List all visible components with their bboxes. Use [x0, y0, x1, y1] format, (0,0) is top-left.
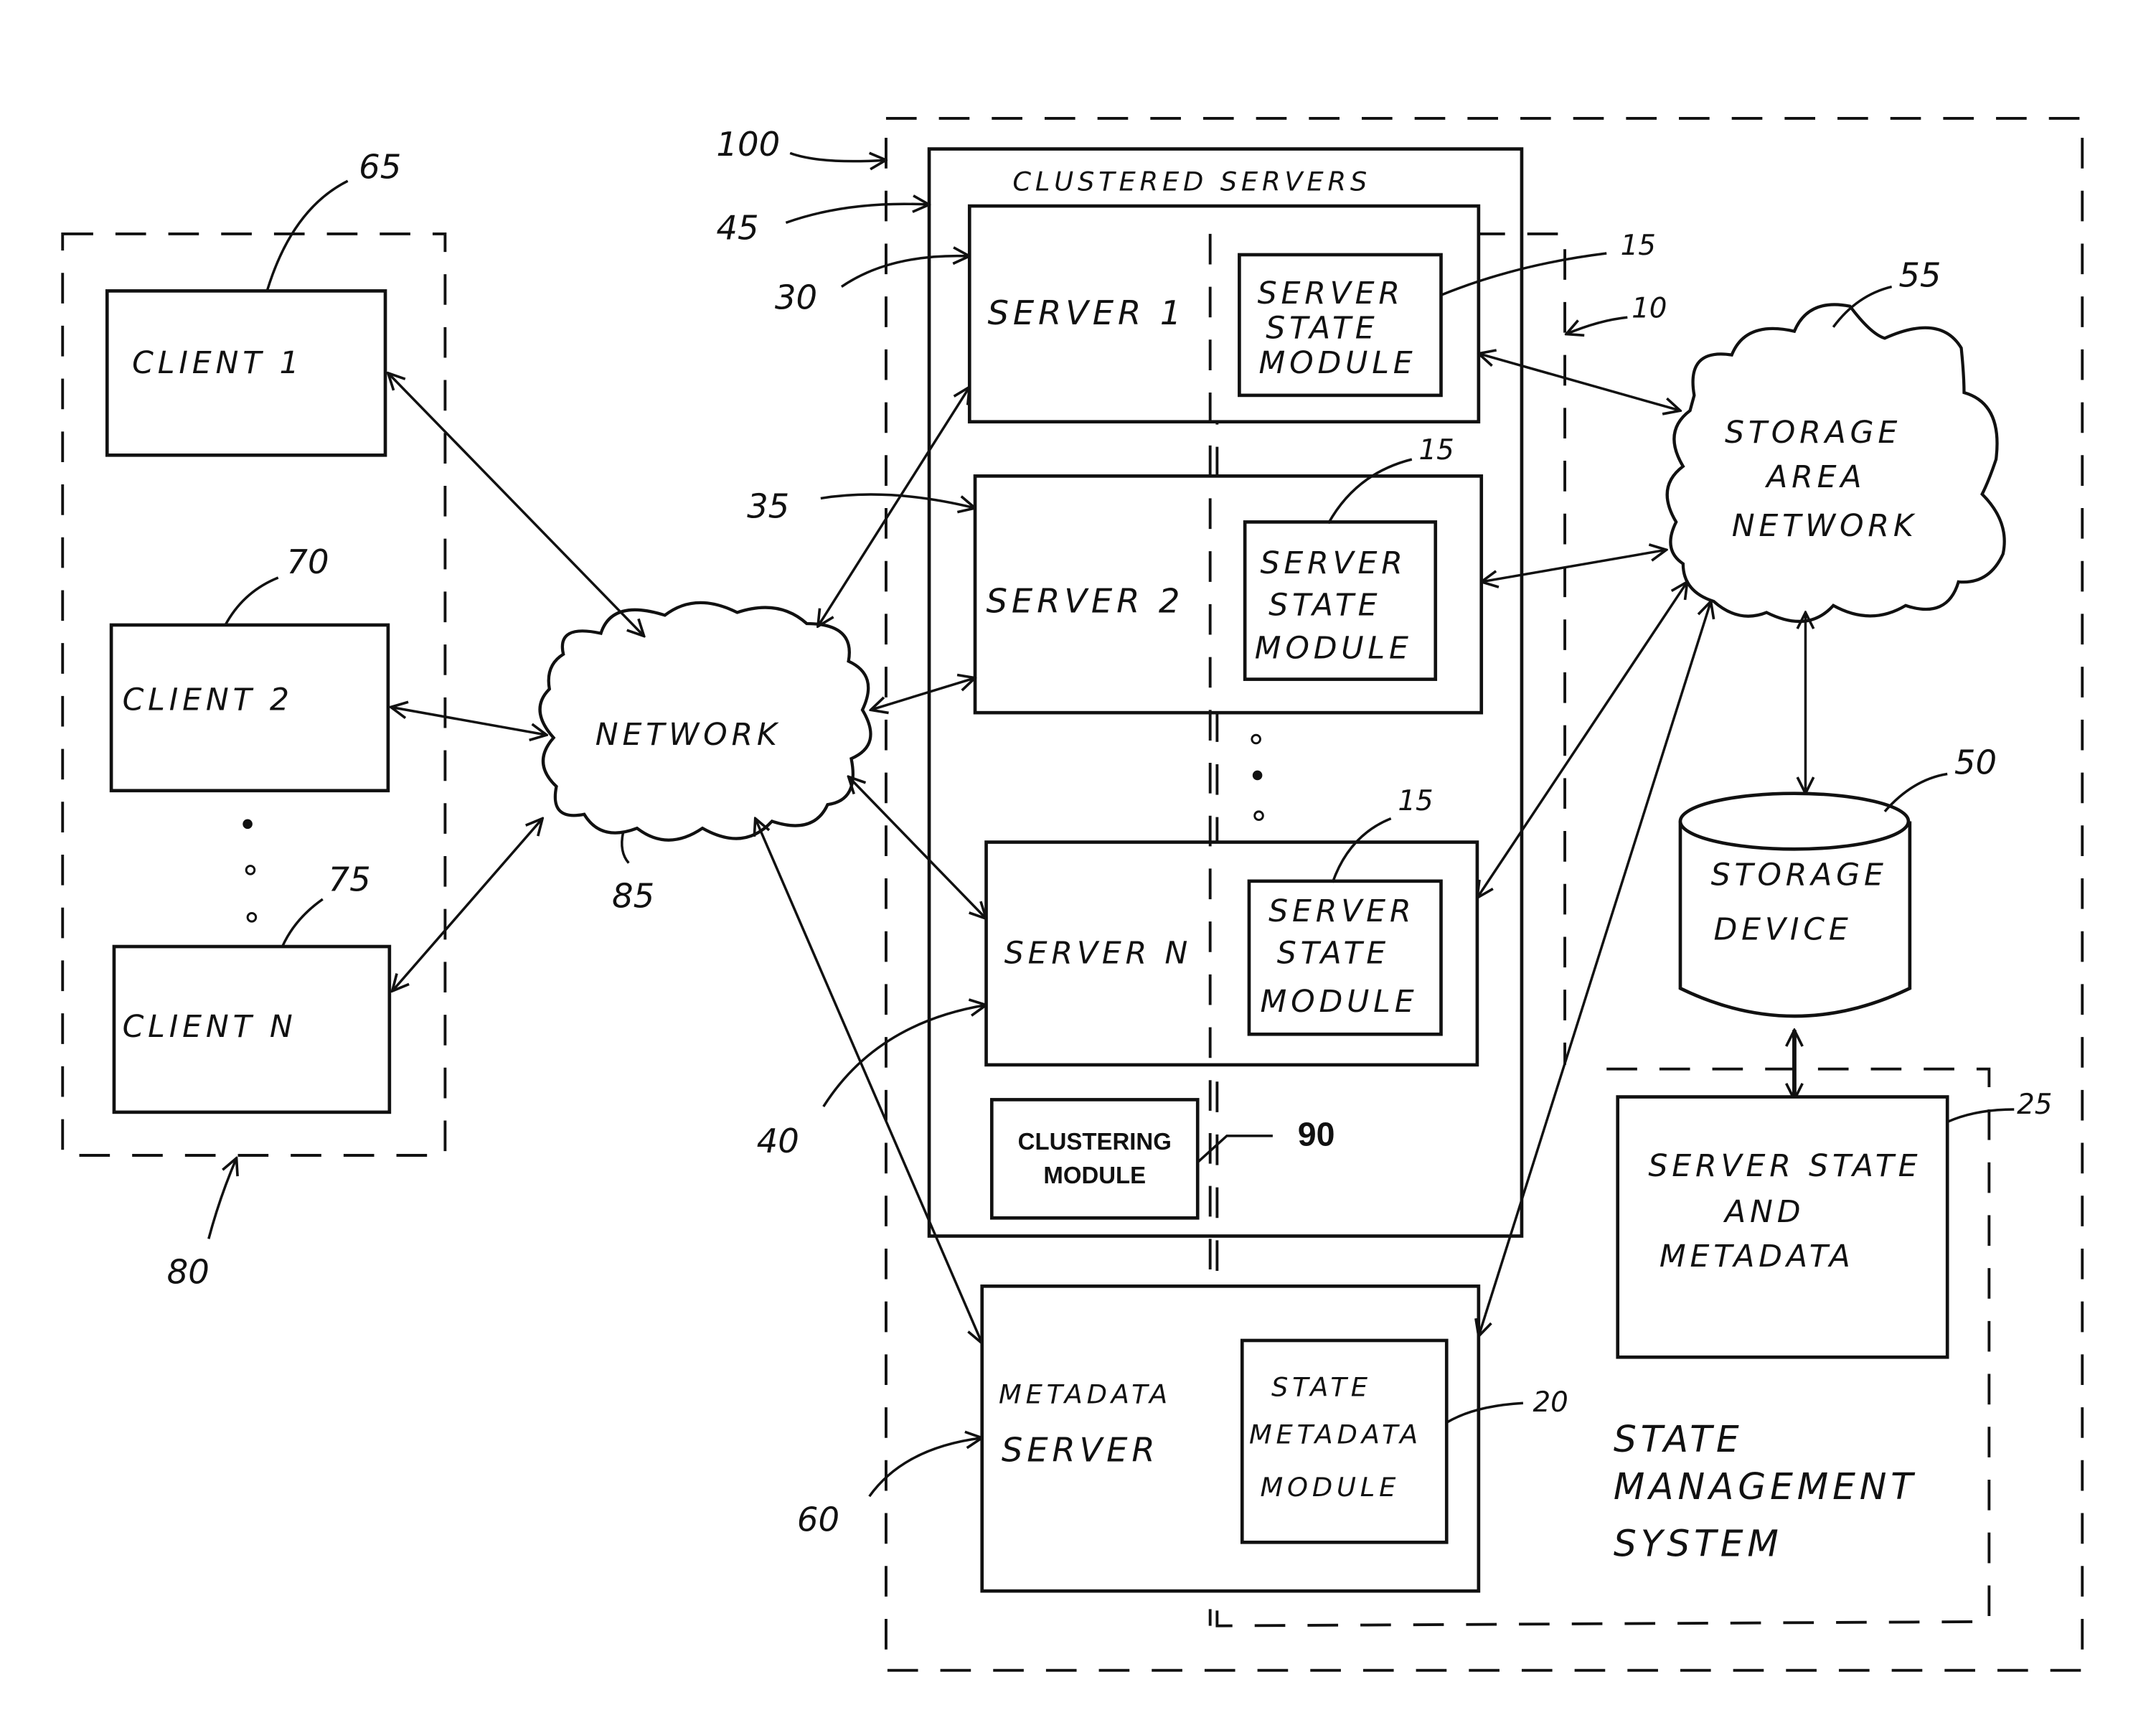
leader-30 [840, 256, 969, 288]
server-state-and-metadata-store[interactable]: SERVER STATE AND METADATA [1616, 1095, 1949, 1359]
ref-80: 80 [167, 1252, 210, 1291]
server-n-module-line-2: STATE [1277, 935, 1390, 971]
server-1-label: SERVER 1 [987, 293, 1185, 332]
san-line-1: STORAGE [1725, 415, 1901, 451]
leader-10 [1566, 316, 1628, 334]
state-store-line-1: SERVER STATE [1648, 1148, 1921, 1184]
link-client1-network [388, 373, 644, 637]
storage-device-line-1: STORAGE [1711, 858, 1888, 893]
leader-45 [785, 204, 929, 225]
server-n-label: SERVER N [1004, 935, 1192, 971]
leader-25 [1946, 1108, 2015, 1124]
client-ellipsis-dots [243, 819, 258, 923]
server-n-module-line-3: MODULE [1260, 984, 1418, 1020]
state-metadata-module[interactable]: STATE METADATA MODULE [1240, 1338, 1449, 1544]
ref-35: 35 [747, 487, 789, 526]
leader-40 [822, 1005, 987, 1108]
ref-30: 30 [775, 278, 817, 317]
server-n-module-line-1: SERVER [1268, 893, 1415, 929]
ref-10: 10 [1632, 292, 1667, 324]
ref-65: 65 [359, 147, 401, 186]
state-metadata-module-line-3: MODULE [1260, 1472, 1400, 1503]
leader-75 [281, 898, 324, 947]
server-n-state-module[interactable]: SERVER STATE MODULE [1247, 879, 1443, 1036]
server-1-module-line-2: STATE [1266, 310, 1378, 346]
client-2-label: CLIENT 2 [123, 682, 293, 718]
client-n-label: CLIENT N [123, 1009, 297, 1045]
ref-100: 100 [716, 125, 780, 164]
ref-15b: 15 [1418, 434, 1454, 466]
state-store-line-2: AND [1723, 1194, 1804, 1230]
ref-85: 85 [612, 877, 654, 916]
server-2-label: SERVER 2 [987, 581, 1185, 620]
storage-device-line-2: DEVICE [1713, 911, 1852, 947]
server-2-state-module[interactable]: SERVER STATE MODULE [1243, 520, 1438, 681]
state-metadata-module-line-1: STATE [1271, 1372, 1372, 1403]
ref-15c: 15 [1398, 785, 1433, 817]
ref-45: 45 [716, 209, 758, 248]
link-servern-san [1477, 582, 1687, 898]
state-store-line-3: METADATA [1660, 1239, 1855, 1274]
server-1-module-line-3: MODULE [1259, 345, 1417, 381]
ref-70: 70 [286, 543, 329, 581]
link-network-servern [849, 776, 987, 919]
leader-80 [207, 1158, 237, 1239]
ref-75: 75 [329, 860, 371, 898]
client-n[interactable]: CLIENT N [112, 944, 392, 1114]
state-management-label-line-1: STATE [1614, 1418, 1743, 1460]
ref-60: 60 [797, 1500, 839, 1539]
server-ellipsis-dots [1251, 733, 1264, 821]
server-1-state-module[interactable]: SERVER STATE MODULE [1238, 253, 1443, 398]
link-server1-san [1479, 354, 1680, 411]
link-server2-san [1482, 550, 1667, 582]
server-2-module-line-3: MODULE [1255, 630, 1413, 666]
ref-25: 25 [2017, 1089, 2052, 1121]
ref-15a: 15 [1621, 230, 1656, 262]
san-line-3: NETWORK [1732, 508, 1918, 544]
clustering-module[interactable]: CLUSTERING MODULE [989, 1098, 1200, 1220]
ref-50: 50 [1954, 743, 1997, 781]
link-client2-network [391, 707, 547, 735]
ref-20: 20 [1533, 1386, 1568, 1419]
clustered-servers-title: CLUSTERED SERVERS [1012, 166, 1371, 197]
ref-40: 40 [757, 1122, 799, 1160]
client-1[interactable]: CLIENT 1 [105, 289, 387, 457]
clustering-module-line-2: MODULE [1043, 1162, 1146, 1188]
server-2-module-line-2: STATE [1268, 587, 1381, 623]
state-management-label-line-3: SYSTEM [1614, 1523, 1783, 1565]
ref-90: 90 [1298, 1115, 1335, 1152]
state-metadata-module-line-2: METADATA [1249, 1419, 1422, 1450]
client-2[interactable]: CLIENT 2 [109, 623, 390, 793]
server-1-module-line-1: SERVER [1258, 276, 1404, 311]
leader-65 [265, 179, 349, 291]
storage-device[interactable]: STORAGE DEVICE [1678, 792, 1912, 1018]
metadata-server-line-2: SERVER [1002, 1431, 1159, 1470]
ref-55: 55 [1898, 256, 1941, 295]
client-1-label: CLIENT 1 [132, 345, 303, 381]
leader-100 [789, 153, 886, 161]
leader-70 [224, 576, 279, 626]
clustering-module-line-1: CLUSTERING [1018, 1128, 1172, 1155]
state-management-label-line-2: MANAGEMENT [1614, 1465, 1917, 1508]
link-network-server1 [818, 387, 969, 626]
link-clientn-network [392, 819, 542, 992]
san-line-2: AREA [1764, 459, 1865, 495]
leader-85 [621, 832, 630, 864]
system-diagram: CLIENT 1 CLIENT 2 CLIENT N 65 70 75 80 N… [61, 116, 2084, 1672]
network-label: NETWORK [596, 717, 781, 753]
server-2-module-line-1: SERVER [1260, 545, 1406, 581]
link-network-metadata [755, 819, 982, 1343]
metadata-server-line-1: METADATA [999, 1379, 1172, 1409]
